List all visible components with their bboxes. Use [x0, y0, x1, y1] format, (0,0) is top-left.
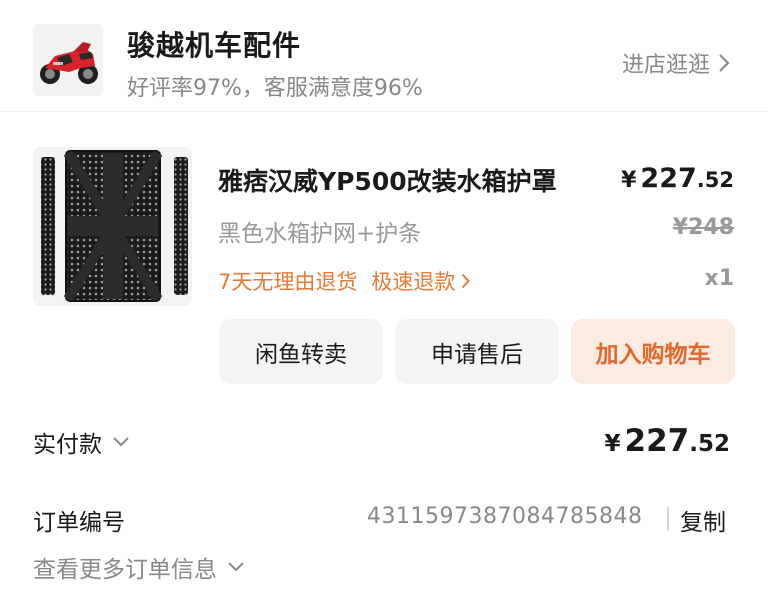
chevron-right-icon	[719, 54, 730, 72]
paid-amount-toggle[interactable]: 实付款	[33, 425, 130, 459]
quantity: x1	[704, 266, 735, 291]
chevron-right-icon	[462, 273, 471, 289]
product-sku: 黑色水箱护网+护条	[218, 221, 422, 247]
paid-decimal: .52	[689, 431, 730, 457]
resell-button[interactable]: 闲鱼转卖	[219, 319, 383, 384]
shop-header: 骏越机车配件 好评率97%，客服满意度96% 进店逛逛	[0, 0, 768, 112]
paid-label: 实付款	[33, 432, 102, 458]
paid-integer: 227	[624, 423, 690, 459]
order-number-label: 订单编号	[33, 510, 125, 536]
add-to-cart-button[interactable]: 加入购物车	[571, 319, 735, 384]
chevron-down-icon	[113, 437, 129, 447]
copy-button[interactable]: 复制	[680, 503, 726, 537]
separator	[667, 507, 669, 531]
order-number: 4311597387084785848	[367, 504, 643, 529]
paid-currency: ¥	[604, 431, 621, 457]
original-price: ¥248	[672, 215, 734, 240]
service-tags[interactable]: 7天无理由退货 极速退款	[218, 266, 471, 296]
visit-shop-link[interactable]: 进店逛逛	[622, 47, 730, 79]
return-policy-tag: 7天无理由退货	[218, 270, 358, 294]
divider	[0, 111, 768, 112]
more-order-info-toggle[interactable]: 查看更多订单信息	[33, 550, 245, 584]
paid-amount: ¥227.52	[605, 423, 730, 459]
visit-shop-label: 进店逛逛	[621, 53, 710, 78]
product-image[interactable]	[33, 147, 192, 306]
product-price: ¥227.52	[621, 163, 734, 194]
after-sale-button[interactable]: 申请售后	[395, 319, 559, 384]
shop-logo-image[interactable]	[33, 24, 103, 96]
fast-refund-tag: 极速退款	[371, 270, 456, 294]
price-decimal: .52	[696, 168, 734, 192]
product-title[interactable]: 雅痞汉威YP500改装水箱护罩	[218, 162, 557, 198]
more-info-label: 查看更多订单信息	[33, 557, 217, 583]
price-integer: 227	[640, 163, 697, 194]
shop-name[interactable]: 骏越机车配件	[127, 24, 301, 64]
chevron-down-icon	[228, 562, 244, 572]
shop-rating: 好评率97%，客服满意度96%	[127, 76, 423, 101]
price-currency: ¥	[621, 168, 637, 193]
